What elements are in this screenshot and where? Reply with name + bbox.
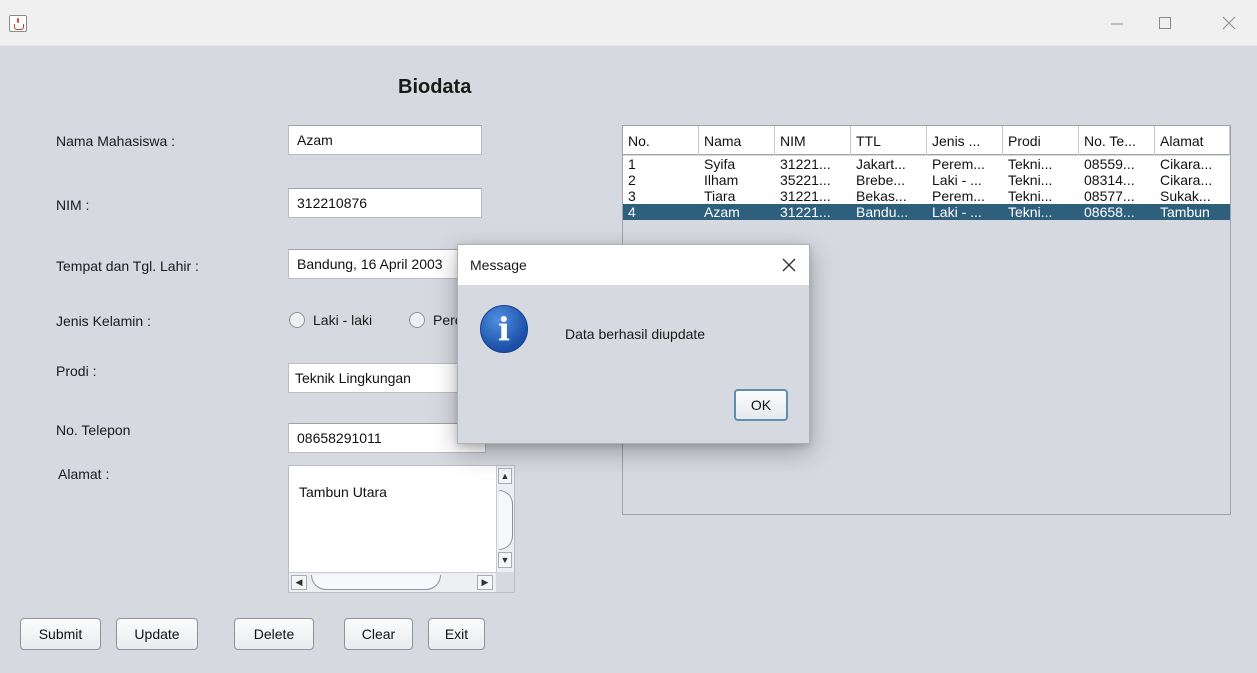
table-column-header[interactable]: Alamat bbox=[1155, 126, 1230, 155]
title-bar bbox=[0, 0, 1257, 46]
table-cell: Bekas... bbox=[856, 188, 907, 204]
scroll-left-arrow-icon[interactable]: ◀ bbox=[291, 575, 307, 590]
table-cell: 08577... bbox=[1084, 188, 1135, 204]
table-cell: 08314... bbox=[1084, 172, 1135, 188]
minimize-icon bbox=[1111, 23, 1123, 25]
radio-laki-laki[interactable]: Laki - laki bbox=[289, 312, 372, 328]
table-cell: Tekni... bbox=[1008, 156, 1053, 172]
label-jenis-kelamin: Jenis Kelamin : bbox=[56, 313, 151, 329]
table-cell: 08658... bbox=[1079, 204, 1155, 220]
form-heading: Biodata bbox=[398, 76, 472, 98]
table-cell: Syifa bbox=[704, 156, 736, 172]
table-row[interactable]: 2 Ilham 35221... Brebe... Laki - ... Tekni...… bbox=[623, 172, 1230, 188]
table-cell: Ilham bbox=[704, 172, 739, 188]
table-cell: 2 bbox=[628, 172, 636, 188]
alamat-vertical-scrollbar[interactable]: ▲ ▼ bbox=[496, 466, 514, 574]
table-row[interactable]: 1 Syifa 31221... Jakart... Perem... Tekni... 0… bbox=[623, 156, 1230, 172]
java-app-icon bbox=[9, 15, 27, 32]
dialog-close-button[interactable] bbox=[779, 255, 799, 275]
table-cell: Azam bbox=[699, 204, 775, 220]
table-cell: Tekni... bbox=[1008, 188, 1053, 204]
dialog-title-bar: Message bbox=[458, 245, 809, 285]
label-prodi: Prodi : bbox=[56, 363, 97, 379]
table-cell: 1 bbox=[628, 156, 636, 172]
ttl-field[interactable]: Bandung, 16 April 2003 bbox=[288, 249, 482, 279]
close-icon bbox=[1222, 16, 1236, 30]
table-cell: Tiara bbox=[704, 188, 736, 204]
table-column-header[interactable]: No. bbox=[623, 126, 699, 155]
label-ttl: Tempat dan Tgl. Lahir : bbox=[56, 258, 199, 274]
table-column-header[interactable]: Nama bbox=[699, 126, 775, 155]
table-column-header[interactable]: NIM bbox=[775, 126, 851, 155]
table-cell: 35221... bbox=[780, 172, 831, 188]
scroll-up-arrow-icon[interactable]: ▲ bbox=[498, 468, 512, 484]
table-header: No. Nama NIM TTL Jenis ... Prodi No. Te... Alam… bbox=[623, 126, 1230, 155]
horizontal-scroll-thumb[interactable] bbox=[311, 575, 441, 590]
update-button[interactable]: Update bbox=[116, 618, 198, 650]
nim-field[interactable]: 312210876 bbox=[288, 188, 482, 218]
table-cell: 3 bbox=[628, 188, 636, 204]
prodi-combobox[interactable]: Teknik Lingkungan bbox=[288, 363, 482, 393]
ok-button[interactable]: OK bbox=[734, 389, 788, 421]
exit-button[interactable]: Exit bbox=[428, 618, 485, 650]
table-cell: Perem... bbox=[932, 188, 985, 204]
table-cell: 31221... bbox=[780, 188, 831, 204]
table-cell: Tambun bbox=[1155, 204, 1230, 220]
alamat-textarea[interactable]: Tambun Utara ▲ ▼ ◀ ▶ bbox=[288, 465, 515, 593]
message-dialog: Message i Data berhasil diupdate OK bbox=[457, 244, 810, 444]
close-icon bbox=[782, 258, 796, 272]
minimize-button[interactable] bbox=[1102, 10, 1132, 36]
label-nim: NIM : bbox=[56, 197, 90, 213]
table-cell: Cikara... bbox=[1160, 172, 1213, 188]
table-cell: 31221... bbox=[775, 204, 851, 220]
delete-button[interactable]: Delete bbox=[234, 618, 314, 650]
table-cell: Brebe... bbox=[856, 172, 906, 188]
maximize-button[interactable] bbox=[1150, 10, 1180, 36]
dialog-message: Data berhasil diupdate bbox=[565, 326, 706, 342]
table-column-header[interactable]: TTL bbox=[851, 126, 927, 155]
table-cell: Bandu... bbox=[851, 204, 927, 220]
alamat-horizontal-scrollbar[interactable]: ◀ ▶ bbox=[289, 572, 497, 592]
table-cell: Jakart... bbox=[856, 156, 906, 172]
nama-field[interactable]: Azam bbox=[288, 125, 482, 155]
scroll-right-arrow-icon[interactable]: ▶ bbox=[477, 575, 493, 590]
clear-button[interactable]: Clear bbox=[344, 618, 413, 650]
table-cell: 4 bbox=[623, 204, 699, 220]
alamat-text: Tambun Utara bbox=[299, 484, 387, 500]
radio-circle bbox=[409, 312, 425, 328]
radio-laki-label: Laki - laki bbox=[313, 312, 373, 328]
table-row[interactable]: 4 Azam 31221... Bandu... Laki - ... Tekni... 0… bbox=[623, 204, 1230, 220]
maximize-icon bbox=[1159, 17, 1171, 29]
scroll-down-arrow-icon[interactable]: ▼ bbox=[498, 552, 512, 568]
table-row[interactable]: 3 Tiara 31221... Bekas... Perem... Tekni... 08… bbox=[623, 188, 1230, 204]
table-column-header[interactable]: Prodi bbox=[1003, 126, 1079, 155]
table-cell: Laki - ... bbox=[932, 172, 982, 188]
table-cell: Cikara... bbox=[1160, 156, 1213, 172]
table-cell: Sukak... bbox=[1160, 188, 1211, 204]
close-window-button[interactable] bbox=[1214, 10, 1244, 36]
table-cell: Laki - ... bbox=[927, 204, 1003, 220]
table-body: 1 Syifa 31221... Jakart... Perem... Tekni... 0… bbox=[623, 156, 1230, 220]
table-column-header[interactable]: No. Te... bbox=[1079, 126, 1155, 155]
label-telepon: No. Telepon bbox=[56, 422, 131, 438]
table-cell: 31221... bbox=[780, 156, 831, 172]
label-alamat: Alamat : bbox=[58, 466, 110, 482]
dialog-body: i Data berhasil diupdate OK bbox=[458, 285, 809, 443]
table-cell: Perem... bbox=[932, 156, 985, 172]
radio-circle bbox=[289, 312, 305, 328]
dialog-title: Message bbox=[470, 257, 527, 273]
table-cell: Tekni... bbox=[1003, 204, 1079, 220]
table-cell: Tekni... bbox=[1008, 172, 1053, 188]
submit-button[interactable]: Submit bbox=[20, 618, 101, 650]
table-column-header[interactable]: Jenis ... bbox=[927, 126, 1003, 155]
table-cell: 08559... bbox=[1084, 156, 1135, 172]
vertical-scroll-thumb[interactable] bbox=[499, 490, 513, 550]
scroll-corner bbox=[496, 572, 514, 592]
app-window: Biodata Nama Mahasiswa : NIM : Tempat da… bbox=[0, 0, 1257, 673]
info-icon: i bbox=[480, 305, 528, 353]
label-nama: Nama Mahasiswa : bbox=[56, 133, 176, 149]
